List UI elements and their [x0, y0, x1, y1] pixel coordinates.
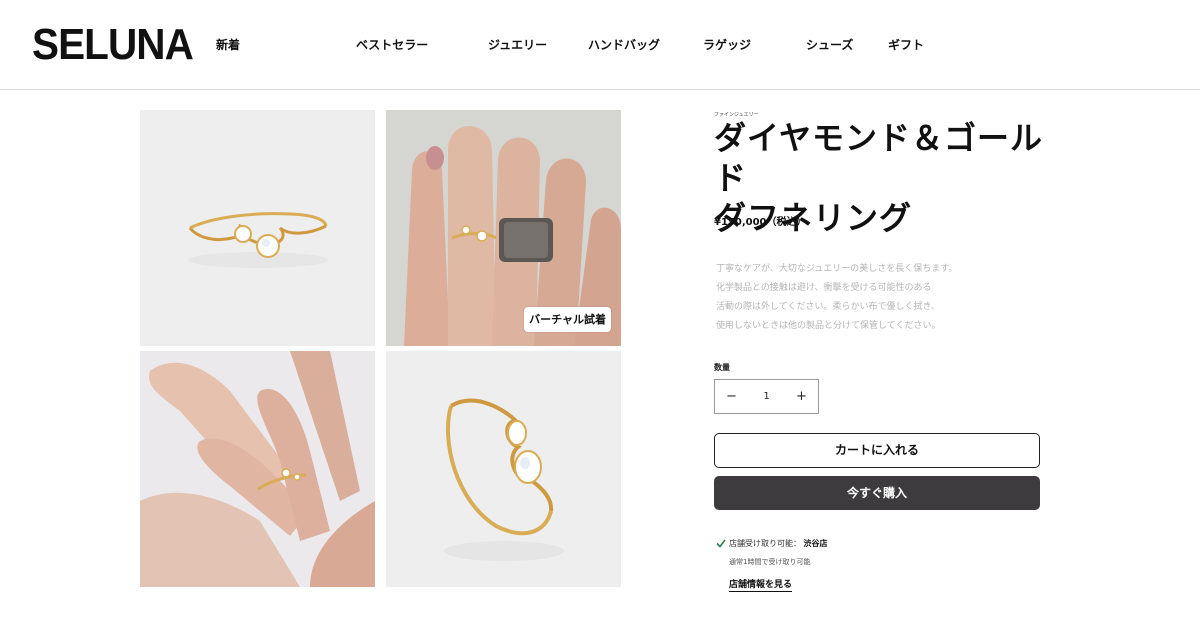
- quantity-increase-button[interactable]: +: [785, 380, 818, 413]
- quantity-input[interactable]: [748, 380, 785, 413]
- nav-item-handbags[interactable]: ハンドバッグ: [588, 37, 660, 53]
- brand-logo[interactable]: SELUNA: [32, 18, 194, 72]
- nav-item-luggage[interactable]: ラゲッジ: [703, 37, 751, 53]
- description-line: 丁寧なケアが、大切なジュエリーの美しさを長く保ちます。: [716, 264, 958, 274]
- product-image-4[interactable]: [386, 351, 621, 587]
- pickup-store-name: 渋谷店: [803, 539, 828, 548]
- product-description: 丁寧なケアが、大切なジュエリーの美しさを長く保ちます。 化学製品との接触は避け、…: [716, 260, 957, 336]
- pickup-status-text: 店舗受け取り可能：: [729, 539, 801, 548]
- buy-now-button[interactable]: 今すぐ購入: [714, 476, 1040, 510]
- nav-item-gifts[interactable]: ギフト: [888, 37, 924, 53]
- ring-closeup-image: [386, 351, 621, 587]
- check-icon: [716, 539, 726, 548]
- site-header: SELUNA 新着 ベストセラー ジュエリー ハンドバッグ ラゲッジ シューズ …: [0, 0, 1200, 90]
- description-line: 化学製品との接触は避け、衝撃を受ける可能性のある: [716, 283, 932, 293]
- nav-item-shoes[interactable]: シューズ: [806, 37, 853, 53]
- add-to-cart-button[interactable]: カートに入れる: [714, 433, 1040, 468]
- ring-product-image: [140, 110, 375, 346]
- quantity-label: 数量: [714, 363, 730, 372]
- nav-item-new[interactable]: 新着: [216, 37, 240, 53]
- pickup-time-note: 通常1時間で受け取り可能: [729, 558, 811, 566]
- quantity-stepper: − +: [714, 379, 819, 414]
- nav-item-bestsellers[interactable]: ベストセラー: [356, 37, 428, 53]
- pickup-availability: 店舗受け取り可能： 渋谷店: [729, 538, 828, 549]
- product-price: ¥150,000（税込）: [714, 217, 807, 228]
- product-image-2[interactable]: バーチャル試着: [386, 110, 621, 346]
- product-image-3[interactable]: [140, 351, 375, 587]
- virtual-tryon-button[interactable]: バーチャル試着: [524, 307, 611, 332]
- nav-item-jewelry[interactable]: ジュエリー: [488, 37, 547, 53]
- description-line: 活動の際は外してください。柔らかい布で優しく拭き、: [716, 302, 940, 312]
- product-image-1[interactable]: [140, 110, 375, 346]
- ring-worn-image: [140, 351, 375, 587]
- product-title-line-1: ダイヤモンド＆ゴールド: [714, 119, 1044, 197]
- store-info-link[interactable]: 店舗情報を見る: [729, 580, 793, 592]
- quantity-decrease-button[interactable]: −: [715, 380, 748, 413]
- description-line: 使用しないときは他の製品と分けて保管してください。: [716, 321, 941, 331]
